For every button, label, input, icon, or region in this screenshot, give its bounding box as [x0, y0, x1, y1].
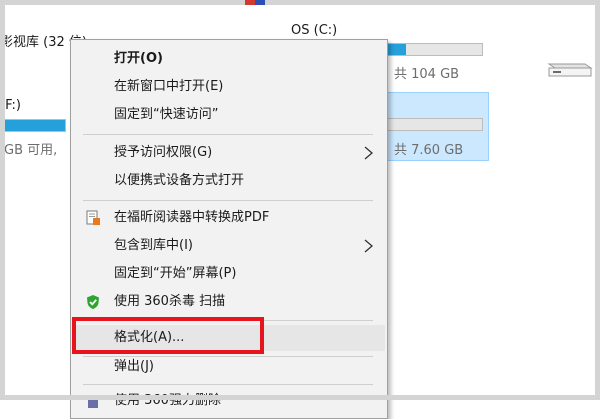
menu-item-pin-start[interactable]: 固定到“开始”屏幕(P): [73, 261, 385, 287]
drive-f-space: GB 可用,: [4, 143, 58, 158]
menu-item-label: 授予访问权限(G): [114, 145, 213, 160]
chevron-right-icon: [364, 146, 373, 160]
selected-drive-total: 共 7.60 GB: [394, 143, 464, 158]
drive-f-label[interactable]: (F:): [0, 98, 21, 113]
360-delete-icon: [87, 395, 99, 408]
menu-item-label: 使用 360强力删除: [114, 393, 221, 408]
format-highlight-box: [72, 317, 264, 354]
drive-c-usage-bar: [386, 43, 483, 56]
menu-separator: [83, 134, 373, 135]
menu-item-open[interactable]: 打开(O): [73, 46, 385, 72]
drive-f-usage-bar: [0, 119, 66, 132]
menu-item-360-scan[interactable]: 使用 360杀毒 扫描: [73, 289, 385, 315]
context-menu: 打开(O) 在新窗口中打开(E) 固定到“快速访问” 授予访问权限(G) 以便携…: [70, 39, 388, 419]
menu-separator: [83, 200, 373, 201]
menu-item-label: 打开(O): [114, 51, 163, 66]
menu-item-360-delete[interactable]: 使用 360强力删除: [73, 388, 385, 414]
menu-item-pin-quick-access[interactable]: 固定到“快速访问”: [73, 102, 385, 128]
menu-item-open-portable[interactable]: 以便携式设备方式打开: [73, 168, 385, 194]
menu-item-open-new-window[interactable]: 在新窗口中打开(E): [73, 74, 385, 100]
drive-c-label[interactable]: OS (C:): [291, 23, 337, 38]
chevron-right-icon: [364, 239, 373, 253]
menu-item-grant-access[interactable]: 授予访问权限(G): [73, 140, 385, 166]
menu-separator: [83, 384, 373, 385]
hard-drive-icon[interactable]: [545, 58, 593, 78]
drive-c-total: 共 104 GB: [394, 67, 460, 82]
menu-item-label: 在福昕阅读器中转换成PDF: [114, 210, 270, 225]
menu-item-eject[interactable]: 弹出(J): [73, 354, 385, 380]
window-accent-strip: [245, 0, 265, 5]
menu-item-label: 使用 360杀毒 扫描: [114, 294, 226, 309]
menu-item-label: 在新窗口中打开(E): [114, 79, 224, 94]
menu-item-label: 弹出(J): [114, 359, 154, 374]
360-shield-icon: [87, 295, 99, 309]
menu-item-label: 以便携式设备方式打开: [114, 173, 245, 188]
menu-item-label: 固定到“开始”屏幕(P): [114, 266, 237, 281]
menu-item-include-in-library[interactable]: 包含到库中(I): [73, 233, 385, 259]
menu-item-label: 包含到库中(I): [114, 238, 193, 253]
menu-item-label: 固定到“快速访问”: [114, 107, 219, 122]
foxit-pdf-icon: [86, 210, 100, 225]
menu-item-foxit-convert-pdf[interactable]: 在福昕阅读器中转换成PDF: [73, 205, 385, 231]
selected-drive-usage-bar: [386, 118, 483, 131]
